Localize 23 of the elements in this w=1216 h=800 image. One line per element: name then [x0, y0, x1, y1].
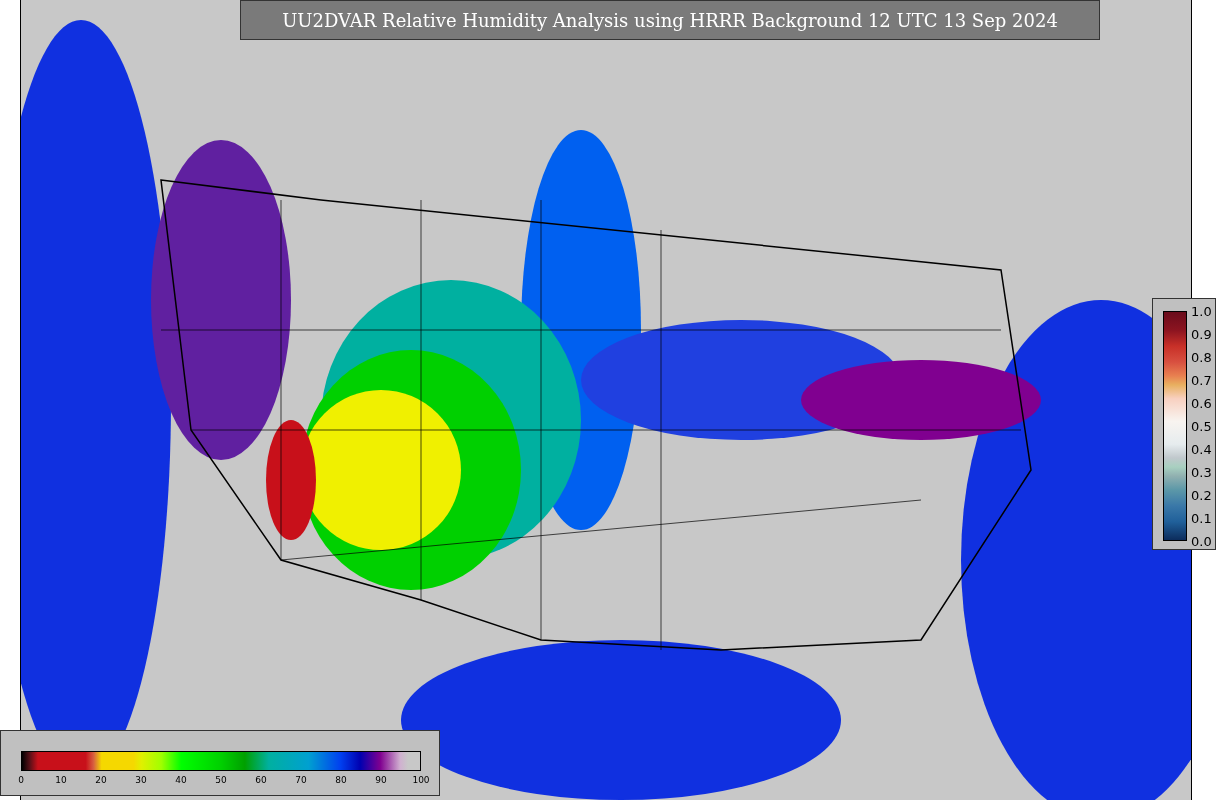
tick-label: 0.4 [1191, 441, 1212, 457]
tick-label: 80 [335, 775, 347, 785]
tick-label: 40 [175, 775, 187, 785]
tick-label: 0 [18, 775, 24, 785]
tick-label: 30 [135, 775, 147, 785]
tick-label: 20 [95, 775, 107, 785]
tick-label: 0.9 [1191, 326, 1212, 342]
tick-label: 0.3 [1191, 464, 1212, 480]
tick-label: 100 [412, 775, 430, 785]
tick-label: 60 [255, 775, 267, 785]
tick-label: 0.0 [1191, 533, 1212, 549]
tick-label: 0.8 [1191, 349, 1212, 365]
tick-label: 1.0 [1191, 303, 1212, 319]
tick-label: 90 [375, 775, 387, 785]
tick-label: 0.2 [1191, 487, 1212, 503]
tick-label: 0.5 [1191, 418, 1212, 434]
tick-label: 0.6 [1191, 395, 1212, 411]
tick-label: 70 [295, 775, 307, 785]
map-title: UU2DVAR Relative Humidity Analysis using HRRR Background 12 UTC 13 Sep 2024 [240, 0, 1100, 40]
tick-label: 50 [215, 775, 227, 785]
tick-label: 10 [55, 775, 67, 785]
tick-label: 0.1 [1191, 510, 1212, 526]
tick-label: 0.7 [1191, 372, 1212, 388]
